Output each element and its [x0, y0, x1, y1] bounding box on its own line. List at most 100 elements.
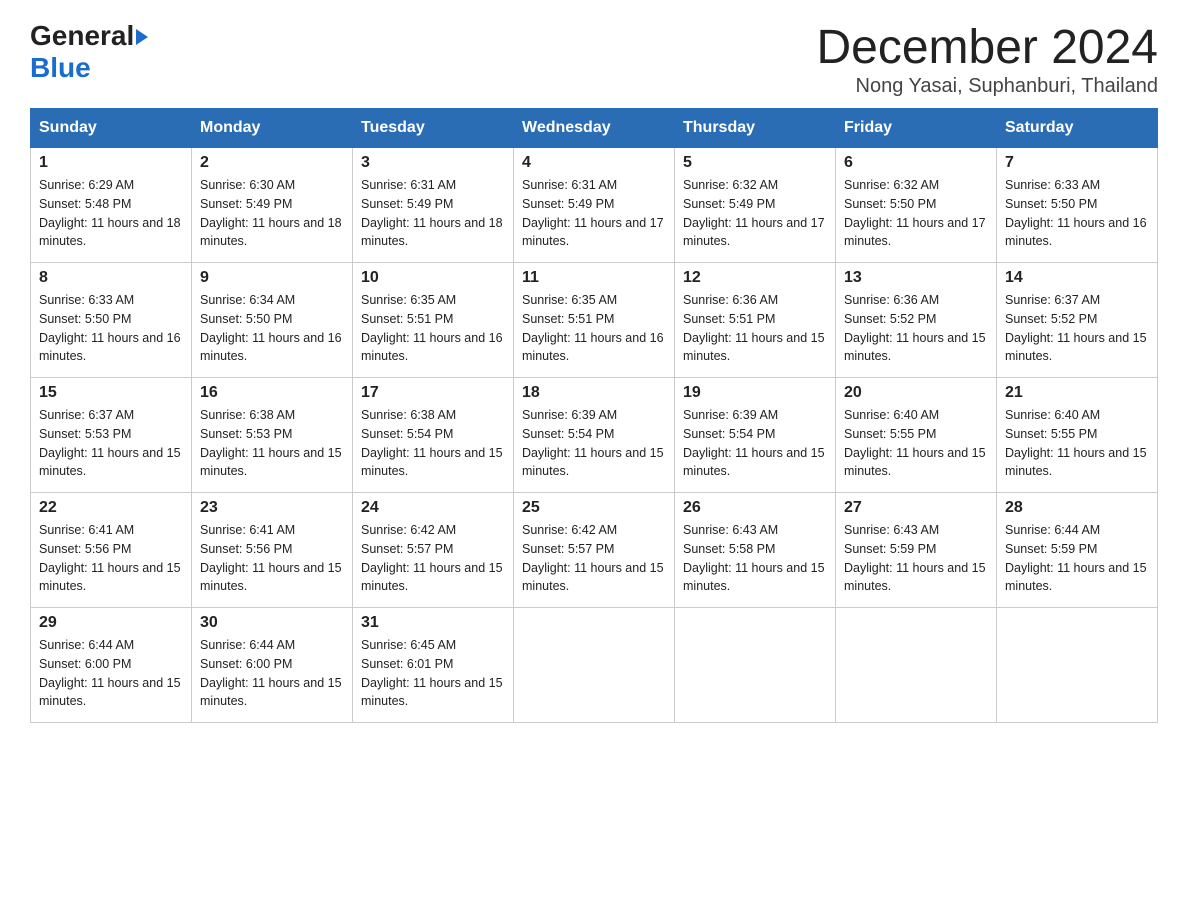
day-info: Sunrise: 6:37 AMSunset: 5:52 PMDaylight:…: [1005, 291, 1149, 366]
calendar-cell: 27 Sunrise: 6:43 AMSunset: 5:59 PMDayligh…: [836, 493, 997, 608]
day-number: 23: [200, 499, 344, 517]
logo-general-text: General: [30, 20, 134, 52]
day-info: Sunrise: 6:38 AMSunset: 5:54 PMDaylight:…: [361, 406, 505, 481]
day-info: Sunrise: 6:29 AMSunset: 5:48 PMDaylight:…: [39, 176, 183, 251]
day-info: Sunrise: 6:33 AMSunset: 5:50 PMDaylight:…: [39, 291, 183, 366]
day-info: Sunrise: 6:42 AMSunset: 5:57 PMDaylight:…: [361, 521, 505, 596]
calendar-cell: 18 Sunrise: 6:39 AMSunset: 5:54 PMDayligh…: [514, 378, 675, 493]
day-number: 30: [200, 614, 344, 632]
day-info: Sunrise: 6:31 AMSunset: 5:49 PMDaylight:…: [522, 176, 666, 251]
location-title: Nong Yasai, Suphanburi, Thailand: [816, 75, 1158, 98]
day-number: 19: [683, 384, 827, 402]
day-number: 18: [522, 384, 666, 402]
day-info: Sunrise: 6:36 AMSunset: 5:51 PMDaylight:…: [683, 291, 827, 366]
calendar-cell: 29 Sunrise: 6:44 AMSunset: 6:00 PMDayligh…: [31, 608, 192, 723]
calendar-cell: 12 Sunrise: 6:36 AMSunset: 5:51 PMDayligh…: [675, 263, 836, 378]
calendar-cell: 22 Sunrise: 6:41 AMSunset: 5:56 PMDayligh…: [31, 493, 192, 608]
calendar-header-row: SundayMondayTuesdayWednesdayThursdayFrid…: [31, 109, 1158, 148]
day-number: 29: [39, 614, 183, 632]
day-number: 12: [683, 269, 827, 287]
day-number: 2: [200, 154, 344, 172]
day-number: 22: [39, 499, 183, 517]
day-number: 24: [361, 499, 505, 517]
day-number: 31: [361, 614, 505, 632]
title-area: December 2024 Nong Yasai, Suphanburi, Th…: [816, 20, 1158, 98]
calendar-cell: 16Sunrise: 6:38 AMSunset: 5:53 PMDayligh…: [192, 378, 353, 493]
day-number: 14: [1005, 269, 1149, 287]
calendar-cell: 21 Sunrise: 6:40 AMSunset: 5:55 PMDayligh…: [997, 378, 1158, 493]
day-number: 25: [522, 499, 666, 517]
week-row-5: 29 Sunrise: 6:44 AMSunset: 6:00 PMDayligh…: [31, 608, 1158, 723]
day-number: 3: [361, 154, 505, 172]
day-info: Sunrise: 6:44 AMSunset: 5:59 PMDaylight:…: [1005, 521, 1149, 596]
day-info: Sunrise: 6:44 AMSunset: 6:00 PMDaylight:…: [39, 636, 183, 711]
calendar-cell: 1 Sunrise: 6:29 AMSunset: 5:48 PMDaylight…: [31, 148, 192, 263]
day-number: 9: [200, 269, 344, 287]
week-row-1: 1 Sunrise: 6:29 AMSunset: 5:48 PMDaylight…: [31, 148, 1158, 263]
calendar-cell: [997, 608, 1158, 723]
calendar-cell: 13Sunrise: 6:36 AMSunset: 5:52 PMDayligh…: [836, 263, 997, 378]
calendar-cell: 2 Sunrise: 6:30 AMSunset: 5:49 PMDaylight…: [192, 148, 353, 263]
logo-arrow-icon: [136, 29, 148, 45]
logo-blue-text: Blue: [30, 52, 91, 83]
calendar-table: SundayMondayTuesdayWednesdayThursdayFrid…: [30, 108, 1158, 723]
calendar-cell: 10 Sunrise: 6:35 AMSunset: 5:51 PMDayligh…: [353, 263, 514, 378]
day-number: 21: [1005, 384, 1149, 402]
day-info: Sunrise: 6:39 AMSunset: 5:54 PMDaylight:…: [683, 406, 827, 481]
day-info: Sunrise: 6:36 AMSunset: 5:52 PMDaylight:…: [844, 291, 988, 366]
calendar-cell: 30 Sunrise: 6:44 AMSunset: 6:00 PMDayligh…: [192, 608, 353, 723]
week-row-2: 8 Sunrise: 6:33 AMSunset: 5:50 PMDaylight…: [31, 263, 1158, 378]
week-row-3: 15 Sunrise: 6:37 AMSunset: 5:53 PMDayligh…: [31, 378, 1158, 493]
calendar-cell: 5 Sunrise: 6:32 AMSunset: 5:49 PMDaylight…: [675, 148, 836, 263]
header-saturday: Saturday: [997, 109, 1158, 148]
header-monday: Monday: [192, 109, 353, 148]
day-info: Sunrise: 6:44 AMSunset: 6:00 PMDaylight:…: [200, 636, 344, 711]
day-number: 17: [361, 384, 505, 402]
day-info: Sunrise: 6:45 AMSunset: 6:01 PMDaylight:…: [361, 636, 505, 711]
calendar-cell: 17 Sunrise: 6:38 AMSunset: 5:54 PMDayligh…: [353, 378, 514, 493]
calendar-cell: 15 Sunrise: 6:37 AMSunset: 5:53 PMDayligh…: [31, 378, 192, 493]
day-info: Sunrise: 6:42 AMSunset: 5:57 PMDaylight:…: [522, 521, 666, 596]
calendar-cell: 7Sunrise: 6:33 AMSunset: 5:50 PMDaylight…: [997, 148, 1158, 263]
day-info: Sunrise: 6:35 AMSunset: 5:51 PMDaylight:…: [522, 291, 666, 366]
header-sunday: Sunday: [31, 109, 192, 148]
calendar-cell: 4Sunrise: 6:31 AMSunset: 5:49 PMDaylight…: [514, 148, 675, 263]
day-info: Sunrise: 6:40 AMSunset: 5:55 PMDaylight:…: [1005, 406, 1149, 481]
day-number: 20: [844, 384, 988, 402]
day-info: Sunrise: 6:34 AMSunset: 5:50 PMDaylight:…: [200, 291, 344, 366]
calendar-cell: 31 Sunrise: 6:45 AMSunset: 6:01 PMDayligh…: [353, 608, 514, 723]
day-info: Sunrise: 6:32 AMSunset: 5:50 PMDaylight:…: [844, 176, 988, 251]
day-number: 10: [361, 269, 505, 287]
day-info: Sunrise: 6:41 AMSunset: 5:56 PMDaylight:…: [39, 521, 183, 596]
day-info: Sunrise: 6:31 AMSunset: 5:49 PMDaylight:…: [361, 176, 505, 251]
day-info: Sunrise: 6:37 AMSunset: 5:53 PMDaylight:…: [39, 406, 183, 481]
month-title: December 2024: [816, 20, 1158, 75]
logo: General Blue: [30, 20, 148, 84]
calendar-cell: 20Sunrise: 6:40 AMSunset: 5:55 PMDayligh…: [836, 378, 997, 493]
calendar-cell: 19 Sunrise: 6:39 AMSunset: 5:54 PMDayligh…: [675, 378, 836, 493]
calendar-cell: [514, 608, 675, 723]
day-info: Sunrise: 6:43 AMSunset: 5:59 PMDaylight:…: [844, 521, 988, 596]
day-info: Sunrise: 6:33 AMSunset: 5:50 PMDaylight:…: [1005, 176, 1149, 251]
day-info: Sunrise: 6:39 AMSunset: 5:54 PMDaylight:…: [522, 406, 666, 481]
day-info: Sunrise: 6:30 AMSunset: 5:49 PMDaylight:…: [200, 176, 344, 251]
header-tuesday: Tuesday: [353, 109, 514, 148]
header-wednesday: Wednesday: [514, 109, 675, 148]
day-info: Sunrise: 6:38 AMSunset: 5:53 PMDaylight:…: [200, 406, 344, 481]
day-number: 5: [683, 154, 827, 172]
header-thursday: Thursday: [675, 109, 836, 148]
day-number: 28: [1005, 499, 1149, 517]
day-info: Sunrise: 6:41 AMSunset: 5:56 PMDaylight:…: [200, 521, 344, 596]
day-number: 15: [39, 384, 183, 402]
day-number: 8: [39, 269, 183, 287]
calendar-cell: [836, 608, 997, 723]
day-number: 27: [844, 499, 988, 517]
day-info: Sunrise: 6:35 AMSunset: 5:51 PMDaylight:…: [361, 291, 505, 366]
day-number: 1: [39, 154, 183, 172]
day-info: Sunrise: 6:32 AMSunset: 5:49 PMDaylight:…: [683, 176, 827, 251]
calendar-cell: 23 Sunrise: 6:41 AMSunset: 5:56 PMDayligh…: [192, 493, 353, 608]
day-info: Sunrise: 6:43 AMSunset: 5:58 PMDaylight:…: [683, 521, 827, 596]
week-row-4: 22 Sunrise: 6:41 AMSunset: 5:56 PMDayligh…: [31, 493, 1158, 608]
calendar-cell: 9 Sunrise: 6:34 AMSunset: 5:50 PMDaylight…: [192, 263, 353, 378]
calendar-cell: 24 Sunrise: 6:42 AMSunset: 5:57 PMDayligh…: [353, 493, 514, 608]
